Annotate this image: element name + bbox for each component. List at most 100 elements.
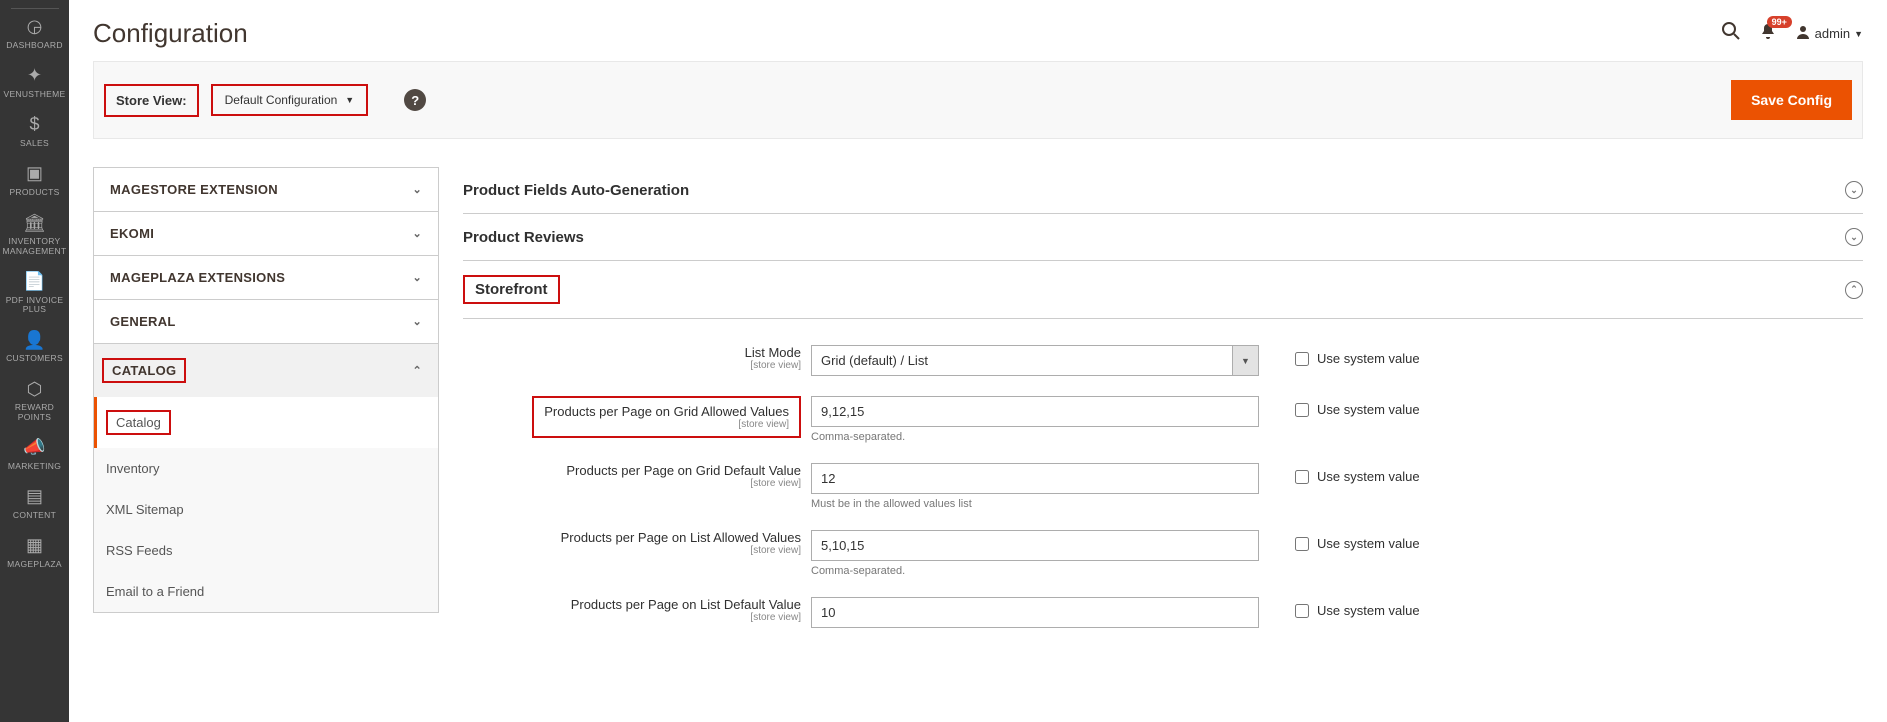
sub-item-inventory[interactable]: Inventory: [94, 448, 438, 489]
field-label: List Mode [store view]: [463, 345, 811, 371]
tab-mageplaza-ext[interactable]: MAGEPLAZA EXTENSIONS ⌄: [93, 255, 439, 299]
list-default-input[interactable]: [811, 597, 1259, 628]
section-product-fields[interactable]: Product Fields Auto-Generation ⌄: [463, 167, 1863, 214]
section-title: Storefront: [463, 275, 560, 304]
config-sections: Product Fields Auto-Generation ⌄ Product…: [463, 167, 1863, 648]
tab-ekomi[interactable]: EKOMI ⌄: [93, 211, 439, 255]
section-title: Product Fields Auto-Generation: [463, 182, 689, 199]
chevron-down-icon: ⌄: [412, 271, 422, 284]
use-system-value[interactable]: Use system value: [1259, 396, 1420, 417]
sub-item-xml-sitemap[interactable]: XML Sitemap: [94, 489, 438, 530]
sidebar-item-mageplaza[interactable]: ▦ MAGEPLAZA: [0, 528, 69, 577]
sidebar-item-pdf-invoice[interactable]: 📄 PDF INVOICE PLUS: [0, 264, 69, 322]
field-grid-allowed: Products per Page on Grid Allowed Values…: [463, 396, 1863, 443]
scope-text: [store view]: [463, 478, 801, 489]
tab-catalog[interactable]: CATALOG ⌃: [93, 343, 439, 397]
label-text: List Mode: [745, 345, 801, 360]
megaphone-icon: 📣: [23, 438, 45, 458]
tab-label: MAGESTORE EXTENSION: [110, 182, 278, 197]
sub-item-label: Inventory: [106, 461, 159, 476]
notifications-button[interactable]: 99+: [1759, 22, 1777, 45]
sidebar-item-label: CUSTOMERS: [6, 354, 63, 363]
field-grid-default: Products per Page on Grid Default Value …: [463, 463, 1863, 510]
section-title: Product Reviews: [463, 229, 584, 246]
sidebar-item-label: PDF INVOICE PLUS: [2, 296, 67, 315]
section-product-reviews[interactable]: Product Reviews ⌄: [463, 214, 1863, 261]
system-value-checkbox[interactable]: [1295, 604, 1309, 618]
gauge-icon: ◶: [27, 17, 43, 37]
field-list-mode: List Mode [store view] Grid (default) / …: [463, 345, 1863, 376]
account-dropdown[interactable]: admin ▼: [1795, 24, 1863, 43]
chevron-up-icon: ⌃: [412, 364, 422, 377]
system-value-checkbox[interactable]: [1295, 403, 1309, 417]
grid-default-input[interactable]: [811, 463, 1259, 494]
field-list-allowed: Products per Page on List Allowed Values…: [463, 530, 1863, 577]
tab-general[interactable]: GENERAL ⌄: [93, 299, 439, 343]
user-icon: [1795, 24, 1811, 43]
sidebar-item-dashboard[interactable]: ◶ DASHBOARD: [0, 9, 69, 58]
store-view-select[interactable]: Default Configuration ▼: [211, 84, 369, 116]
field-label: Products per Page on Grid Allowed Values…: [463, 396, 811, 438]
sidebar-item-inventory[interactable]: 🏛 INVENTORY MANAGEMENT: [0, 206, 69, 264]
sidebar-item-label: PRODUCTS: [9, 188, 59, 197]
catalog-sub-items: Catalog Inventory XML Sitemap RSS Feeds …: [93, 397, 439, 613]
expand-icon: ⌄: [1845, 181, 1863, 199]
sub-item-label: XML Sitemap: [106, 502, 184, 517]
system-value-checkbox[interactable]: [1295, 470, 1309, 484]
label-text: Products per Page on List Allowed Values: [561, 530, 801, 545]
config-tabs: MAGESTORE EXTENSION ⌄ EKOMI ⌄ MAGEPLAZA …: [93, 167, 439, 648]
sub-item-label: RSS Feeds: [106, 543, 172, 558]
dropdown-arrow-icon: ▼: [1232, 346, 1258, 375]
box-icon: ▣: [26, 164, 43, 184]
bell-icon: [1759, 27, 1777, 44]
field-label: Products per Page on Grid Default Value …: [463, 463, 811, 489]
page-header: Configuration 99+ admin ▼: [93, 0, 1863, 61]
list-allowed-input[interactable]: [811, 530, 1259, 561]
tab-label: EKOMI: [110, 226, 154, 241]
help-icon[interactable]: ?: [404, 89, 426, 111]
sidebar-item-marketing[interactable]: 📣 MARKETING: [0, 430, 69, 479]
use-system-value[interactable]: Use system value: [1259, 530, 1420, 551]
tab-magestore[interactable]: MAGESTORE EXTENSION ⌄: [93, 167, 439, 211]
system-value-checkbox[interactable]: [1295, 537, 1309, 551]
scope-text: [store view]: [463, 360, 801, 371]
scope-text: [store view]: [463, 612, 801, 623]
sidebar-item-label: MARKETING: [8, 462, 61, 471]
select-value: Grid (default) / List: [812, 346, 937, 375]
section-storefront[interactable]: Storefront ⌃: [463, 261, 1863, 319]
system-value-checkbox[interactable]: [1295, 352, 1309, 366]
use-system-value[interactable]: Use system value: [1259, 463, 1420, 484]
use-system-value[interactable]: Use system value: [1259, 345, 1420, 366]
sidebar-item-venustheme[interactable]: ✦ VENUSTHEME: [0, 58, 69, 107]
label-text: Products per Page on Grid Allowed Values: [544, 404, 789, 419]
field-note: Comma-separated.: [811, 431, 1259, 443]
search-icon[interactable]: [1721, 21, 1741, 46]
field-control: [811, 597, 1259, 628]
sidebar-item-content[interactable]: ▤ CONTENT: [0, 479, 69, 528]
use-system-value[interactable]: Use system value: [1259, 597, 1420, 618]
chevron-down-icon: ⌄: [412, 227, 422, 240]
account-label: admin: [1815, 26, 1850, 41]
field-note: Must be in the allowed values list: [811, 498, 1259, 510]
field-note: Comma-separated.: [811, 565, 1259, 577]
sidebar-item-reward[interactable]: ⬡ REWARD POINTS: [0, 372, 69, 430]
sidebar-item-label: MAGEPLAZA: [7, 560, 62, 569]
grid-allowed-input[interactable]: [811, 396, 1259, 427]
dollar-icon: $: [29, 115, 39, 135]
system-value-label: Use system value: [1317, 351, 1420, 366]
field-control: Grid (default) / List ▼: [811, 345, 1259, 376]
field-control: Must be in the allowed values list: [811, 463, 1259, 510]
sidebar-item-sales[interactable]: $ SALES: [0, 107, 69, 156]
system-value-label: Use system value: [1317, 603, 1420, 618]
list-mode-select[interactable]: Grid (default) / List ▼: [811, 345, 1259, 376]
main-content: Configuration 99+ admin ▼ Store View:: [69, 0, 1887, 722]
header-actions: 99+ admin ▼: [1721, 21, 1863, 46]
sidebar-item-products[interactable]: ▣ PRODUCTS: [0, 156, 69, 205]
grid-icon: ▦: [26, 536, 43, 556]
system-value-label: Use system value: [1317, 402, 1420, 417]
sidebar-item-customers[interactable]: 👤 CUSTOMERS: [0, 323, 69, 372]
sub-item-email-friend[interactable]: Email to a Friend: [94, 571, 438, 612]
sub-item-catalog[interactable]: Catalog: [94, 397, 438, 448]
save-config-button[interactable]: Save Config: [1731, 80, 1852, 120]
sub-item-rss-feeds[interactable]: RSS Feeds: [94, 530, 438, 571]
